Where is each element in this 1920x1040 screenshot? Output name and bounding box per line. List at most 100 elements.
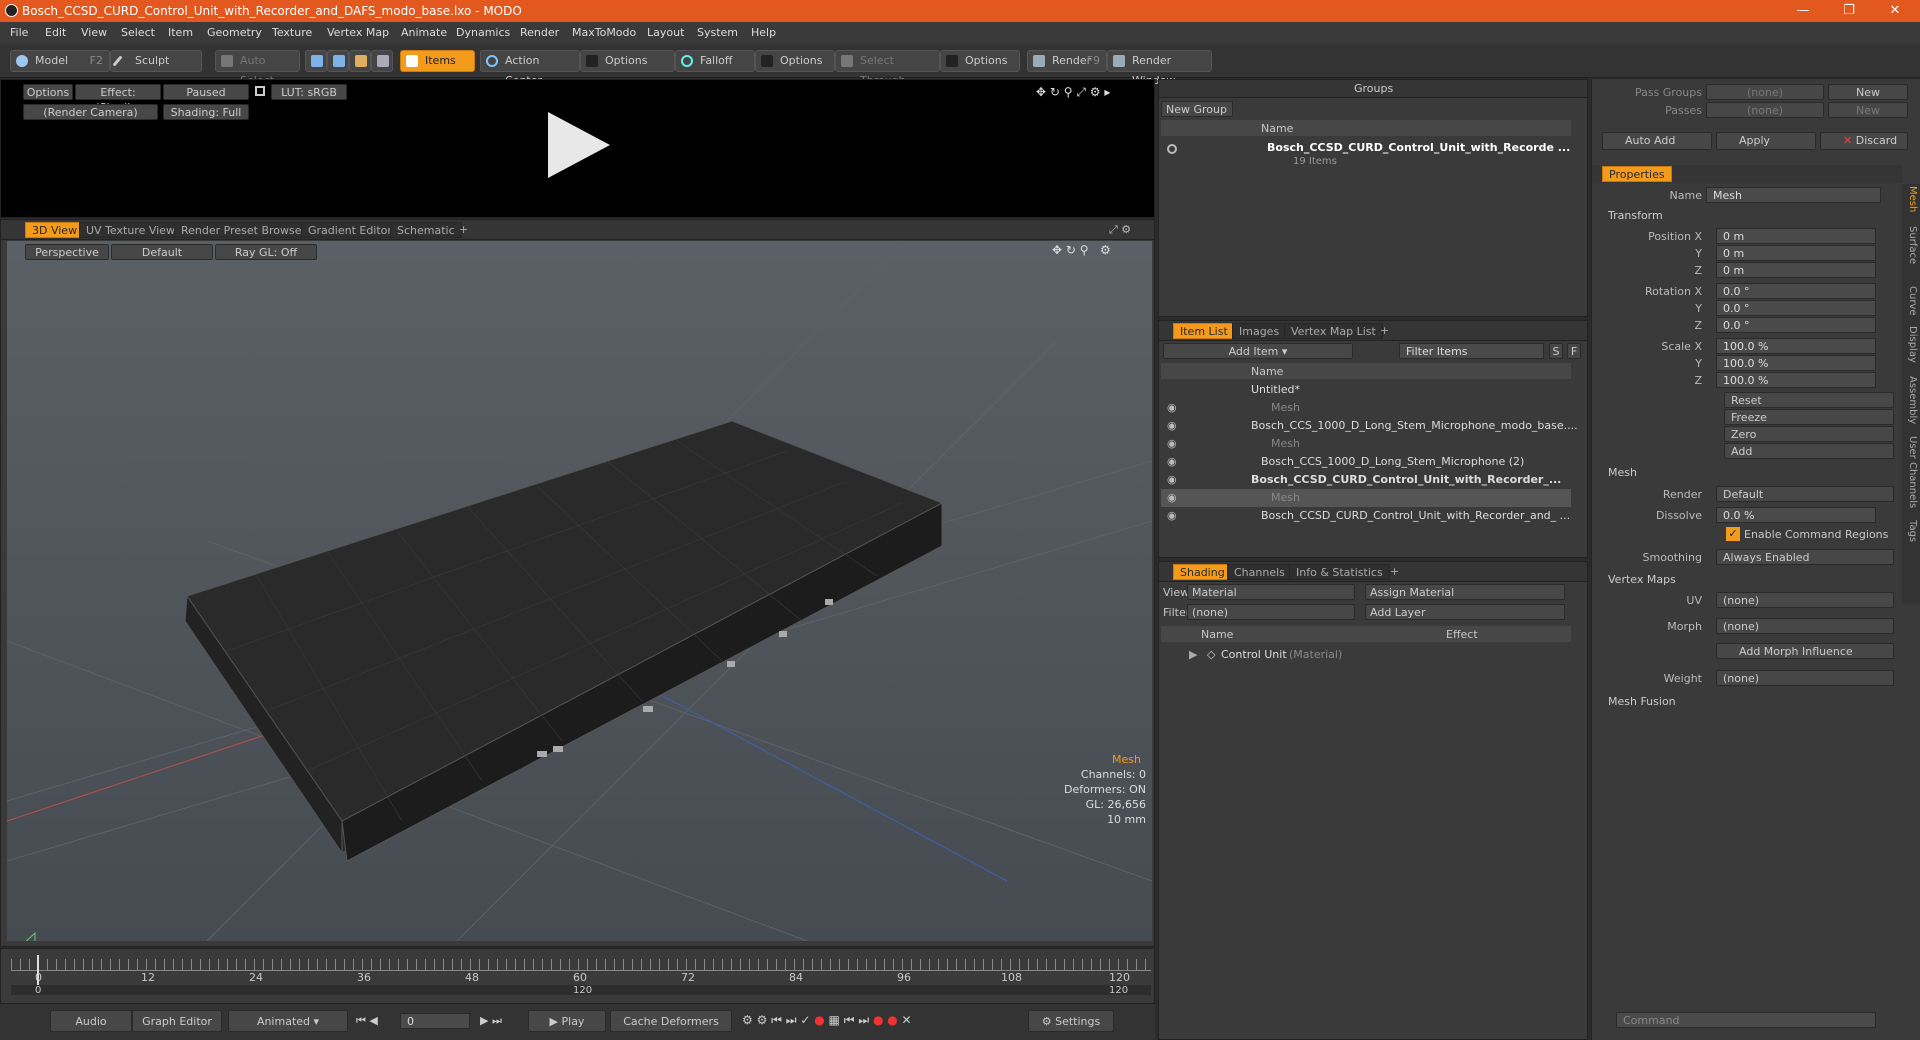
position-y-input[interactable]: 0 m <box>1716 245 1876 261</box>
smoothing-dropdown[interactable]: Always Enabled <box>1716 549 1894 565</box>
add-tab-button[interactable]: + <box>453 222 474 238</box>
tab-uv-texture-view[interactable]: UV Texture View <box>79 222 182 238</box>
rotation-y-input[interactable]: 0.0 ° <box>1716 300 1876 316</box>
command-input[interactable]: Command <box>1616 1012 1876 1028</box>
add-dropdown[interactable]: Add <box>1724 443 1894 459</box>
menu-view[interactable]: View <box>81 26 107 39</box>
freeze-dropdown[interactable]: Freeze <box>1724 409 1894 425</box>
sculpt-button[interactable]: Sculpt <box>110 50 202 72</box>
edge-mode-button[interactable] <box>327 50 349 72</box>
group-item[interactable]: Bosch_CCSD_CURD_Control_Unit_with_Record… <box>1267 141 1570 154</box>
playhead[interactable] <box>37 955 39 985</box>
new-pass-button[interactable]: New <box>1828 102 1908 118</box>
falloff-options-button[interactable]: Options <box>755 50 835 72</box>
action-center-button[interactable]: Action Center <box>480 50 580 87</box>
item-list-row[interactable]: ◉ Mesh <box>1161 489 1571 507</box>
new-group-button[interactable]: New Group <box>1161 101 1233 117</box>
visibility-eye-icon[interactable]: ◉ <box>1167 417 1177 435</box>
material-row[interactable]: ▶ ◇ Control Unit (Material) <box>1161 646 1571 664</box>
search-f-button[interactable]: F <box>1567 343 1581 359</box>
polygon-mode-button[interactable] <box>349 50 371 72</box>
menu-texture[interactable]: Texture <box>272 26 312 39</box>
timeline-ruler[interactable] <box>11 959 1151 971</box>
minimize-button[interactable]: — <box>1780 0 1826 22</box>
passes-dropdown[interactable]: (none) <box>1706 102 1824 118</box>
reset-dropdown[interactable]: Reset <box>1724 392 1894 408</box>
apply-button[interactable]: Apply <box>1716 132 1816 150</box>
menu-geometry[interactable]: Geometry <box>207 26 262 39</box>
tab-shading[interactable]: Shading <box>1173 564 1232 580</box>
visibility-eye-icon[interactable]: ◉ <box>1167 453 1177 471</box>
transform-section[interactable]: Transform <box>1608 209 1663 222</box>
menu-edit[interactable]: Edit <box>45 26 66 39</box>
dissolve-input[interactable]: 0.0 % <box>1716 507 1876 523</box>
graph-editor-button[interactable]: Graph Editor <box>132 1010 222 1032</box>
pass-groups-dropdown[interactable]: (none) <box>1706 84 1824 100</box>
next-key-icons[interactable]: ▶ ⏭ <box>480 1014 502 1028</box>
action-center-options-button[interactable]: Options <box>580 50 675 72</box>
vertex-maps-section[interactable]: Vertex Maps <box>1608 573 1676 586</box>
expand-arrow-icon[interactable]: ▶ <box>1189 648 1197 661</box>
scale-z-input[interactable]: 100.0 % <box>1716 372 1876 388</box>
side-tab-mesh[interactable]: Mesh <box>1902 186 1918 212</box>
item-list-row[interactable]: ◉ Bosch_CCS_1000_D_Long_Stem_Microphone_m… <box>1161 417 1578 435</box>
side-tab-surface[interactable]: Surface <box>1902 226 1918 264</box>
morph-dropdown[interactable]: (none) <box>1716 618 1894 634</box>
render-window-button[interactable]: Render Window <box>1107 50 1212 87</box>
weight-dropdown[interactable]: (none) <box>1716 670 1894 686</box>
select-through-button[interactable]: Select Through <box>835 50 940 87</box>
timeline[interactable]: 0 12 24 36 48 60 72 84 96 108 120 0 120 … <box>0 948 1155 1004</box>
prev-key-icons[interactable]: ⏮ ◀ <box>356 1014 378 1028</box>
visibility-eye-icon[interactable]: ◉ <box>1167 471 1177 489</box>
play-preview-icon[interactable] <box>546 110 612 180</box>
render-camera-dropdown[interactable]: (Render Camera) <box>23 104 158 120</box>
side-tab-tags[interactable]: Tags <box>1902 520 1918 542</box>
material-mode-button[interactable] <box>371 50 393 72</box>
tab-channels[interactable]: Channels <box>1227 564 1292 580</box>
position-z-input[interactable]: 0 m <box>1716 262 1876 278</box>
visibility-eye-icon[interactable]: ◉ <box>1167 399 1177 417</box>
visibility-eye-icon[interactable]: ◉ <box>1167 507 1177 525</box>
render-button[interactable]: Render F9 <box>1027 50 1107 72</box>
play-button[interactable]: ▶ Play <box>528 1010 606 1032</box>
mesh-section[interactable]: Mesh <box>1608 466 1637 479</box>
menu-help[interactable]: Help <box>751 26 776 39</box>
side-tab-user-channels[interactable]: User Channels <box>1902 436 1918 508</box>
rotation-x-input[interactable]: 0.0 ° <box>1716 283 1876 299</box>
scale-y-input[interactable]: 100.0 % <box>1716 355 1876 371</box>
lock-icon[interactable] <box>255 86 265 96</box>
rotation-z-input[interactable]: 0.0 ° <box>1716 317 1876 333</box>
auto-select-button[interactable]: Auto Select <box>215 50 300 87</box>
item-list-row[interactable]: Untitled* <box>1161 381 1571 399</box>
close-button[interactable]: ✕ <box>1872 0 1918 22</box>
menu-file[interactable]: File <box>10 26 28 39</box>
key-tools-icons[interactable]: ⚙ ⚙ ⏮ ⏭ ✓ ● ▦ ⏮ ⏭ ● ● ✕ <box>742 1013 912 1028</box>
vertex-mode-button[interactable] <box>305 50 327 72</box>
item-list-row[interactable]: ◉ Bosch_CCSD_CURD_Control_Unit_with_Recor… <box>1161 471 1571 489</box>
animated-dropdown[interactable]: Animated ▾ <box>228 1010 348 1032</box>
add-layer-dropdown[interactable]: Add Layer <box>1365 604 1565 620</box>
settings-button[interactable]: ⚙ Settings <box>1028 1010 1114 1032</box>
tab-render-preset-browser[interactable]: Render Preset Browser <box>174 222 314 238</box>
preview-nav-icons[interactable]: ✥ ↻ ⚲ ⤢ ⚙ ▸ <box>1036 85 1110 100</box>
uv-dropdown[interactable]: (none) <box>1716 592 1894 608</box>
tab-vertex-map-list[interactable]: Vertex Map List <box>1284 323 1383 339</box>
menu-maxtomodo[interactable]: MaxToModo <box>572 26 636 39</box>
side-tab-curve[interactable]: Curve <box>1902 286 1918 316</box>
filter-items-input[interactable]: Filter Items <box>1399 343 1544 359</box>
search-s-button[interactable]: S <box>1549 343 1563 359</box>
menu-dynamics[interactable]: Dynamics <box>456 26 510 39</box>
visibility-eye-icon[interactable]: ◉ <box>1167 435 1177 453</box>
menu-vertex-map[interactable]: Vertex Map <box>327 26 389 39</box>
name-input[interactable]: Mesh <box>1706 187 1881 203</box>
view-dropdown[interactable]: Material <box>1187 584 1355 600</box>
select-through-options-button[interactable]: Options <box>940 50 1020 72</box>
mesh-fusion-section[interactable]: Mesh Fusion <box>1608 695 1676 708</box>
new-pass-group-button[interactable]: New <box>1828 84 1908 100</box>
preview-effect-dropdown[interactable]: Effect: (Shadi... <box>75 84 161 114</box>
item-list-row[interactable]: ◉ Mesh <box>1161 435 1571 453</box>
falloff-button[interactable]: Falloff <box>675 50 755 72</box>
zero-dropdown[interactable]: Zero <box>1724 426 1894 442</box>
lut-dropdown[interactable]: LUT: sRGB <box>271 84 347 100</box>
preview-options-button[interactable]: Options <box>23 84 73 100</box>
